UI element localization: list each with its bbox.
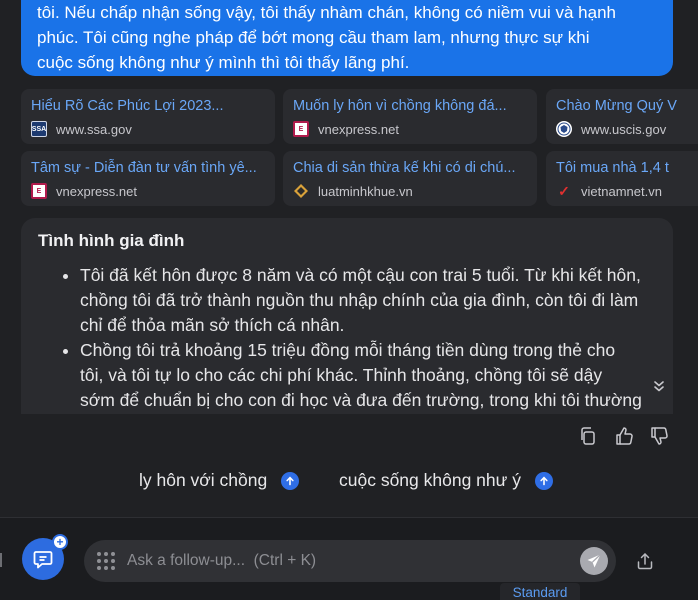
grid-dots-icon[interactable] (97, 552, 115, 570)
source-title[interactable]: Tôi mua nhà 1,4 t (556, 158, 698, 178)
user-message-line: tôi. Nếu chấp nhận sống vậy, tôi thấy nh… (37, 3, 616, 22)
user-message-line: cuộc sống không như ý mình thì tôi thấy … (37, 53, 410, 72)
answer-line: chồng tôi đã trở thành nguồn thu nhập ch… (80, 290, 639, 310)
source-card[interactable]: Chia di sản thừa kế khi có di chú... lua… (283, 151, 537, 206)
vnexpress-logo-icon: E (293, 121, 309, 137)
follow-up-box[interactable] (84, 540, 616, 582)
follow-up-input[interactable] (127, 552, 580, 570)
answer-card: Tình hình gia đình Tôi đã kết hôn được 8… (21, 218, 673, 414)
source-title[interactable]: Muốn ly hôn vì chồng không đá... (293, 96, 527, 116)
answer-line: chỉ để thỏa mãn sở thích cá nhân. (80, 315, 345, 335)
ssa-logo-icon: SSA (31, 121, 47, 137)
new-chat-button[interactable]: + (22, 534, 68, 580)
source-card[interactable]: Tâm sự - Diễn đàn tư vấn tình yê... E vn… (21, 151, 275, 206)
source-title[interactable]: Chào Mừng Quý V (556, 96, 698, 116)
send-button[interactable] (580, 547, 608, 575)
plus-icon: + (52, 534, 68, 550)
answer-bullet: Chồng tôi trả khoảng 15 triệu đồng mỗi t… (80, 338, 656, 413)
source-site: vietnamnet.vn (581, 183, 662, 199)
share-icon[interactable] (635, 551, 655, 571)
source-site: www.uscis.gov (581, 121, 667, 137)
copy-icon[interactable] (578, 426, 598, 450)
uscis-seal-icon (556, 121, 572, 137)
source-site: vnexpress.net (56, 183, 137, 199)
user-message-text: tôi. Nếu chấp nhận sống vậy, tôi thấy nh… (37, 0, 657, 75)
source-site: luatminhkhue.vn (318, 183, 413, 199)
user-message-bubble: tôi. Nếu chấp nhận sống vậy, tôi thấy nh… (21, 0, 673, 76)
source-site: www.ssa.gov (56, 121, 132, 137)
sidebar-edge (0, 553, 2, 567)
source-card[interactable]: Hiểu Rõ Các Phúc Lợi 2023... SSA www.ssa… (21, 89, 275, 144)
source-title[interactable]: Hiểu Rõ Các Phúc Lợi 2023... (31, 96, 265, 116)
user-message-line: phúc. Tôi cũng nghe pháp để bớt mong cầu… (37, 28, 590, 47)
source-site: vnexpress.net (318, 121, 399, 137)
suggestion-label: cuộc sống không như ý (339, 470, 521, 490)
source-card[interactable]: Tôi mua nhà 1,4 t ✓ vietnamnet.vn (546, 151, 698, 206)
vietnamnet-logo-icon: ✓ (558, 182, 570, 199)
suggestion-label: ly hôn với chồng (139, 470, 268, 490)
arrow-up-icon (281, 471, 300, 490)
arrow-up-icon (534, 471, 553, 490)
luatminhkhue-logo-icon (293, 183, 309, 199)
answer-bullet: Tôi đã kết hôn được 8 năm và có một cậu … (80, 263, 656, 338)
answer-line: Chồng tôi trả khoảng 15 triệu đồng mỗi t… (80, 340, 616, 360)
answer-line: tôi, và tôi tự lo cho các chi phí khác. … (80, 365, 603, 385)
source-card[interactable]: Chào Mừng Quý V www.uscis.gov (546, 89, 698, 144)
vnexpress-logo-icon: E (31, 183, 47, 199)
suggestion-chip[interactable]: cuộc sống không như ý (339, 470, 553, 491)
source-cards: Hiểu Rõ Các Phúc Lợi 2023... SSA www.ssa… (21, 89, 698, 207)
answer-line: sớm để chuẩn bị cho con đi học và đưa đế… (80, 390, 642, 410)
thumbs-up-icon[interactable] (614, 426, 634, 450)
source-title[interactable]: Chia di sản thừa kế khi có di chú... (293, 158, 527, 178)
chat-bubble-icon (33, 551, 53, 569)
answer-line: Tôi đã kết hôn được 8 năm và có một cậu … (80, 265, 641, 285)
suggestion-chip[interactable]: ly hôn với chồng (139, 470, 300, 491)
paper-plane-icon (587, 554, 601, 568)
expand-chevron-icon[interactable] (651, 378, 667, 394)
thumbs-down-icon[interactable] (649, 426, 669, 450)
mode-selector[interactable]: Standard (500, 583, 580, 600)
source-title[interactable]: Tâm sự - Diễn đàn tư vấn tình yê... (31, 158, 265, 178)
source-card[interactable]: Muốn ly hôn vì chồng không đá... E vnexp… (283, 89, 537, 144)
answer-heading: Tình hình gia đình (38, 231, 185, 250)
answer-list: Tôi đã kết hôn được 8 năm và có một cậu … (38, 263, 656, 413)
